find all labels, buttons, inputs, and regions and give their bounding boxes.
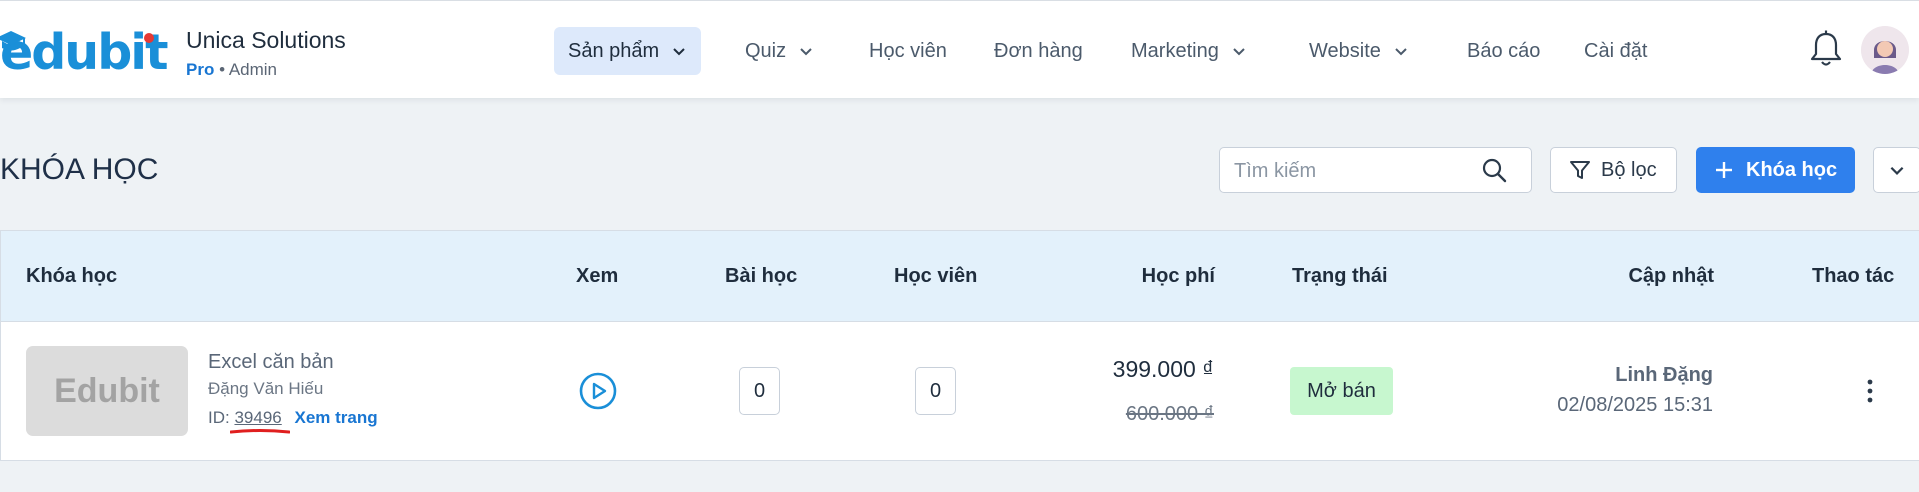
edubit-logo[interactable]: edubit xyxy=(0,23,172,79)
nav-label: Đơn hàng xyxy=(994,39,1083,62)
top-navigation-bar: edubit Unica Solutions Pro • Admin Sản p… xyxy=(0,0,1919,98)
nav-item-cai-dat[interactable]: Cài đặt xyxy=(1570,27,1661,75)
nav-label: Website xyxy=(1309,39,1381,62)
page-title: KHÓA HỌC xyxy=(0,153,159,186)
nav-item-bao-cao[interactable]: Báo cáo xyxy=(1453,27,1554,75)
plus-icon xyxy=(1716,162,1732,178)
nav-label: Học viên xyxy=(869,39,947,62)
nav-item-hoc-vien[interactable]: Học viên xyxy=(855,27,961,75)
filter-button[interactable]: Bộ lọc xyxy=(1550,147,1677,193)
separator: • xyxy=(219,60,226,79)
nav-item-san-pham[interactable]: Sản phẩm xyxy=(554,27,702,75)
bell-icon[interactable] xyxy=(1808,29,1844,69)
id-number: 39496 xyxy=(234,408,282,427)
nav-item-quiz[interactable]: Quiz xyxy=(731,27,828,75)
nav-label: Báo cáo xyxy=(1467,39,1541,62)
header-actions: Thao tác xyxy=(1812,265,1895,287)
id-number-wrapper: 39496 xyxy=(230,408,291,434)
course-old-price: 600.000 ₫ xyxy=(1125,403,1214,425)
course-price: 399.000 ₫ xyxy=(1112,356,1214,382)
chevron-down-icon xyxy=(1890,166,1904,175)
header-view: Xem xyxy=(576,265,619,287)
filter-icon xyxy=(1570,161,1590,179)
nav-label: Marketing xyxy=(1131,39,1219,62)
id-label: ID: xyxy=(208,408,230,427)
more-options-button[interactable] xyxy=(1873,147,1919,193)
lessons-count[interactable]: 0 xyxy=(739,367,780,415)
updated-at: 02/08/2025 15:31 xyxy=(1557,394,1713,416)
header-fee[interactable]: Học phí xyxy=(1142,265,1215,287)
organization-name: Unica Solutions xyxy=(186,27,346,53)
chevron-down-icon xyxy=(673,48,685,56)
search-icon[interactable] xyxy=(1481,157,1507,183)
course-author: Đặng Văn Hiếu xyxy=(208,379,324,398)
organization-plan-role: Pro • Admin xyxy=(186,60,277,80)
add-course-label: Khóa học xyxy=(1746,158,1838,181)
header-status[interactable]: Trạng thái xyxy=(1292,265,1388,287)
header-updated[interactable]: Cập nhật xyxy=(1628,265,1714,287)
course-name[interactable]: Excel căn bản xyxy=(208,351,334,374)
add-course-button[interactable]: Khóa học xyxy=(1696,147,1855,193)
nav-item-marketing[interactable]: Marketing xyxy=(1117,27,1261,75)
nav-label: Cài đặt xyxy=(1584,39,1648,62)
search-input[interactable] xyxy=(1234,158,1484,184)
header-course[interactable]: Khóa học xyxy=(26,265,117,287)
chevron-down-icon xyxy=(1233,48,1245,56)
kebab-menu-icon[interactable] xyxy=(1860,378,1880,404)
header-students[interactable]: Học viên xyxy=(894,265,977,287)
avatar[interactable] xyxy=(1861,26,1909,74)
status-badge[interactable]: Mở bán xyxy=(1290,367,1393,415)
play-icon[interactable] xyxy=(579,372,617,410)
plan-badge: Pro xyxy=(186,60,215,79)
nav-label: Quiz xyxy=(745,39,787,62)
chevron-down-icon xyxy=(800,48,812,56)
chevron-down-icon xyxy=(1395,48,1407,56)
nav-item-website[interactable]: Website xyxy=(1295,27,1423,75)
header-lessons[interactable]: Bài học xyxy=(725,265,797,287)
user-avatar-icon xyxy=(1861,26,1909,74)
courses-table: Khóa học Xem Bài học Học viên Học phí Tr… xyxy=(0,230,1919,461)
filter-label: Bộ lọc xyxy=(1601,158,1657,181)
updated-by: Linh Đặng xyxy=(1615,364,1713,386)
logo-dot xyxy=(144,33,154,43)
nav-item-don-hang[interactable]: Đơn hàng xyxy=(980,27,1097,75)
user-role: Admin xyxy=(228,60,278,79)
course-thumbnail[interactable]: Edubit xyxy=(26,346,188,436)
students-count[interactable]: 0 xyxy=(915,367,956,415)
graduation-cap-icon xyxy=(0,31,26,51)
view-page-link[interactable]: Xem trang xyxy=(294,408,377,427)
table-header: Khóa học Xem Bài học Học viên Học phí Tr… xyxy=(1,231,1919,322)
nav-label: Sản phẩm xyxy=(568,39,660,62)
course-id: ID: 39496 Xem trang xyxy=(208,408,378,434)
red-underline-annotation xyxy=(230,429,291,434)
